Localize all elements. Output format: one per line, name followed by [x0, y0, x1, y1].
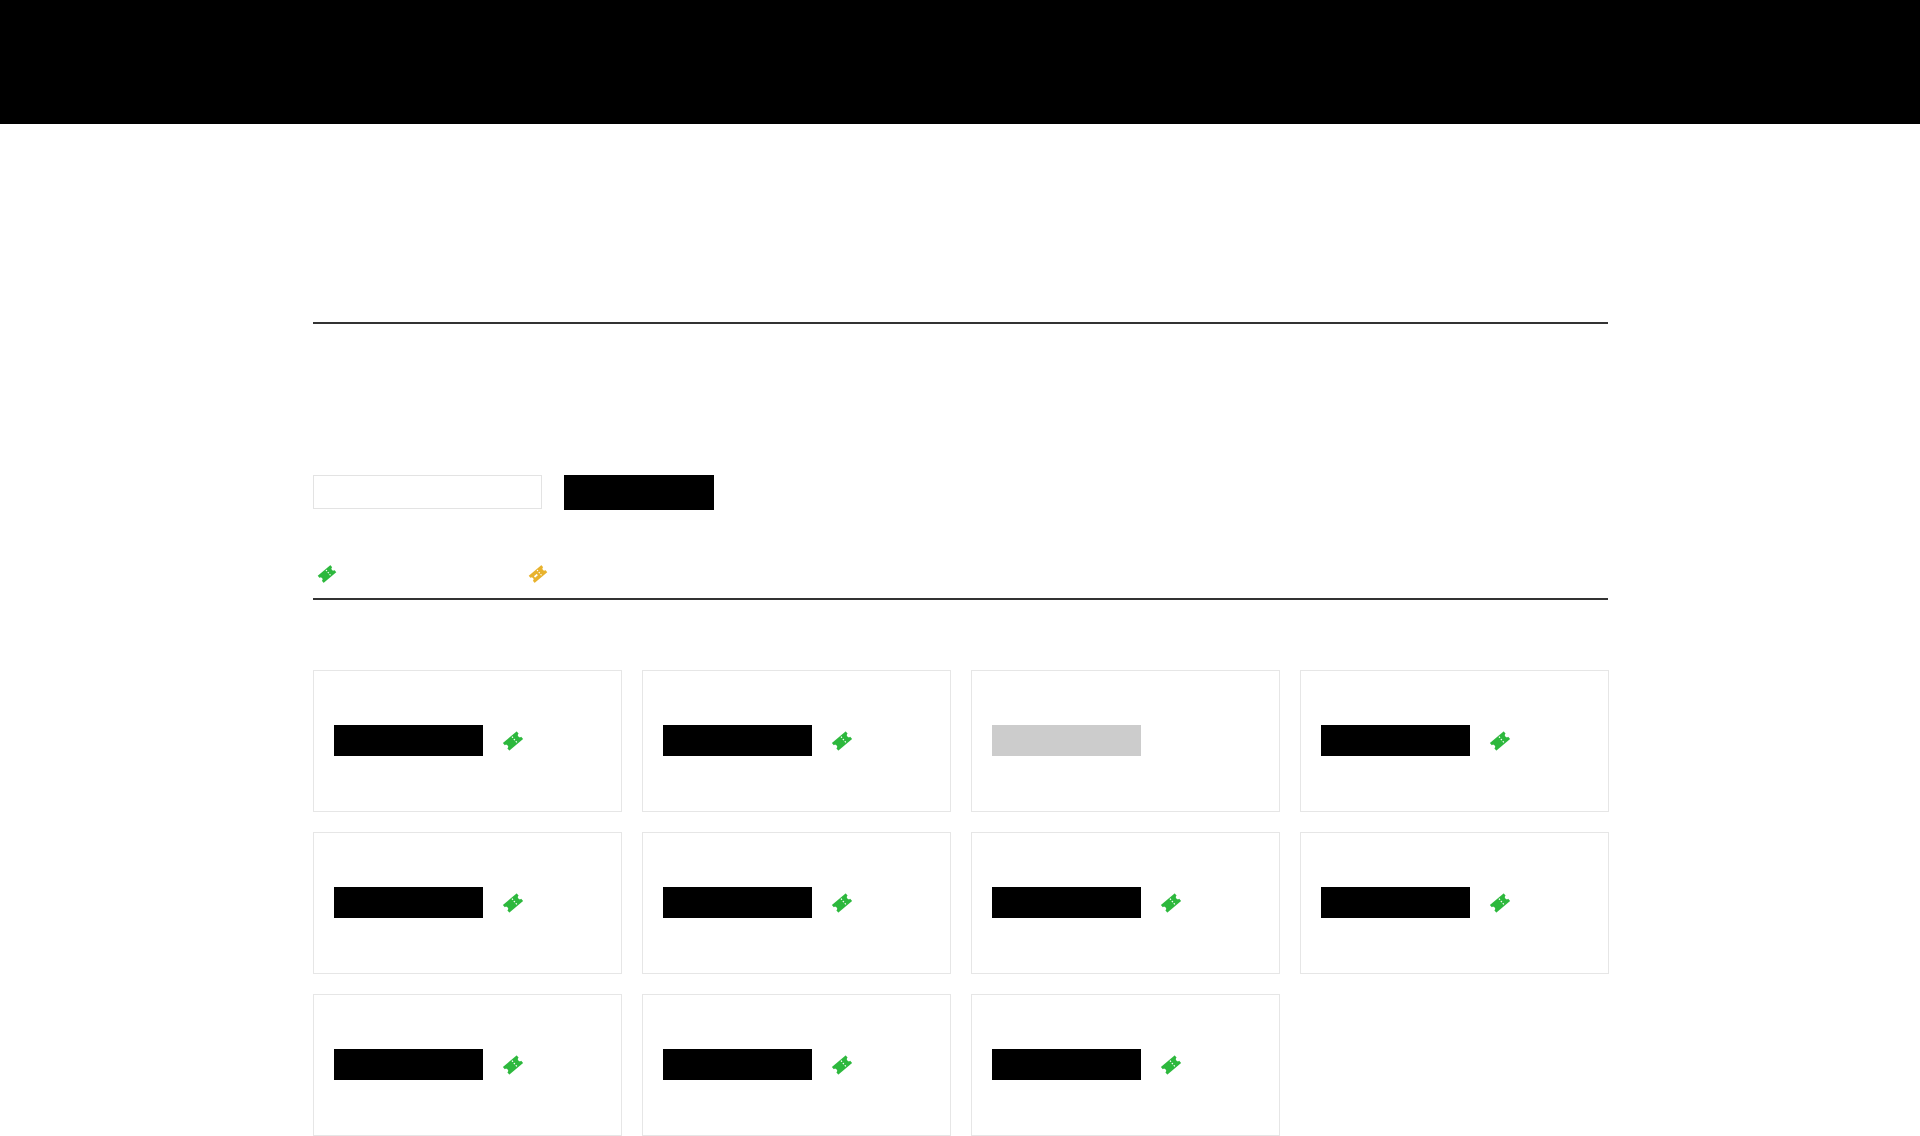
- item-grid: [313, 670, 1609, 1136]
- item-card[interactable]: [313, 994, 622, 1136]
- item-name: [334, 887, 483, 918]
- top-header-bar: [0, 0, 1920, 124]
- ticket-icon: [528, 565, 548, 583]
- legend-divider: [313, 598, 1608, 600]
- ticket-icon: [317, 565, 337, 583]
- ticket-icon: [831, 893, 853, 913]
- item-name: [334, 725, 483, 756]
- item-name: [1321, 887, 1470, 918]
- ticket-icon: [1160, 1055, 1182, 1075]
- item-card: [971, 670, 1280, 812]
- ticket-icon: [1160, 893, 1182, 913]
- item-card[interactable]: [1300, 832, 1609, 974]
- item-name: [992, 887, 1141, 918]
- item-card[interactable]: [971, 832, 1280, 974]
- ticket-icon: [502, 893, 524, 913]
- ticket-icon: [1489, 893, 1511, 913]
- legend-available: [316, 563, 346, 585]
- item-card[interactable]: [642, 670, 951, 812]
- ticket-icon: [1489, 731, 1511, 751]
- item-card[interactable]: [971, 994, 1280, 1136]
- item-name: [663, 725, 812, 756]
- item-name: [992, 725, 1141, 756]
- search-input[interactable]: [313, 475, 542, 509]
- ticket-icon: [831, 1055, 853, 1075]
- item-card[interactable]: [642, 994, 951, 1136]
- item-name: [334, 1049, 483, 1080]
- item-name: [663, 1049, 812, 1080]
- item-card[interactable]: [313, 670, 622, 812]
- header-divider: [313, 322, 1608, 324]
- item-card[interactable]: [1300, 670, 1609, 812]
- item-name: [992, 1049, 1141, 1080]
- ticket-icon: [502, 1055, 524, 1075]
- ticket-icon: [831, 731, 853, 751]
- item-name: [663, 887, 812, 918]
- item-card[interactable]: [642, 832, 951, 974]
- legend-limited: [527, 563, 557, 585]
- search-button[interactable]: [564, 475, 714, 510]
- item-name: [1321, 725, 1470, 756]
- item-card[interactable]: [313, 832, 622, 974]
- ticket-icon: [502, 731, 524, 751]
